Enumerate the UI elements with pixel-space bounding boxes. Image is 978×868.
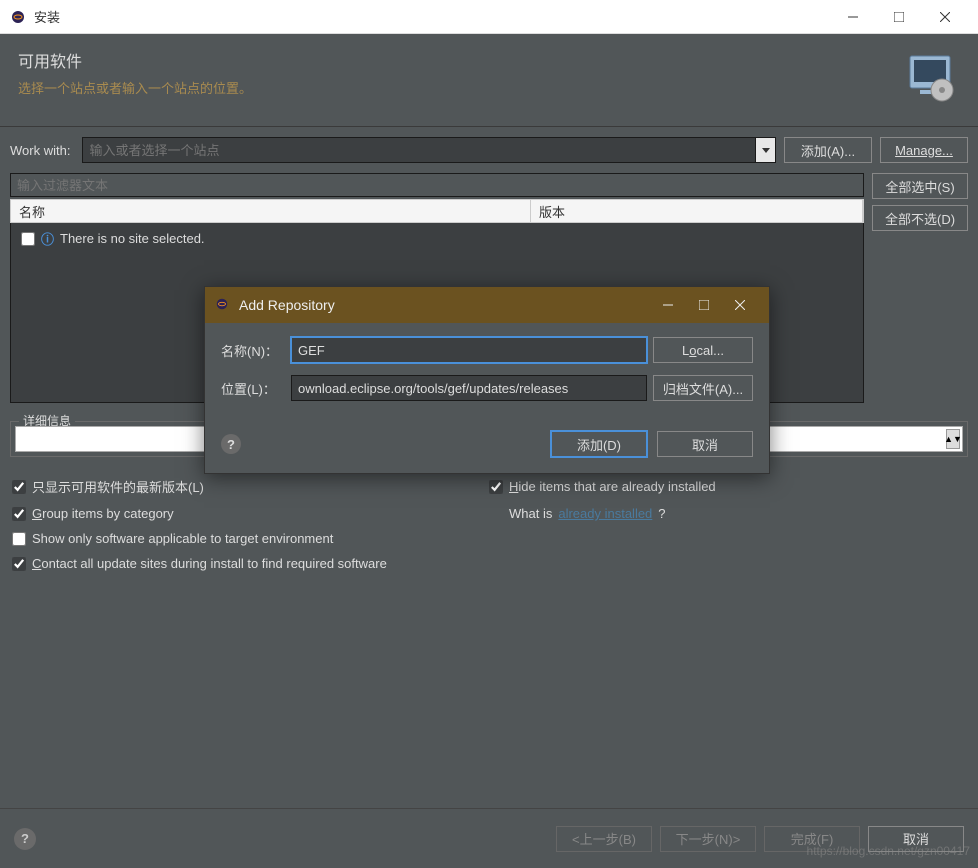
manage-button[interactable]: Manage... [880,137,968,163]
close-button[interactable] [922,2,968,32]
checkbox-group-by-category[interactable]: Group items by category [12,506,489,521]
header: 可用软件 选择一个站点或者输入一个站点的位置。 [0,34,978,127]
dialog-close-button[interactable] [735,300,755,310]
checkbox-input[interactable] [12,557,26,571]
info-icon: ⓘ [41,229,54,248]
window-title: 安装 [34,7,830,26]
dialog-name-input[interactable] [291,337,647,363]
work-with-label: Work with: [10,143,74,158]
add-button[interactable]: 添加(A)... [784,137,872,163]
empty-message: There is no site selected. [60,231,205,246]
checkbox-input[interactable] [12,480,26,494]
dialog-minimize-button[interactable] [663,300,683,310]
finish-button: 完成(F) [764,826,860,852]
dialog-maximize-button[interactable] [699,300,719,310]
column-name[interactable]: 名称 [11,200,531,222]
work-with-row: Work with: 添加(A)... Manage... [10,137,968,163]
dialog-help-button[interactable]: ? [221,434,241,454]
checkbox-contact-sites[interactable]: Contact all update sites during install … [12,556,966,571]
deselect-all-button[interactable]: 全部不选(D) [872,205,968,231]
table-row: ⓘ There is no site selected. [19,227,855,250]
cancel-button[interactable]: 取消 [868,826,964,852]
checkbox-latest-only[interactable]: 只显示可用软件的最新版本(L) [12,477,489,496]
checkbox-input[interactable] [12,532,26,546]
dialog-title: Add Repository [239,297,663,313]
checkbox-input[interactable] [12,507,26,521]
checkbox-target-env[interactable]: Show only software applicable to target … [12,531,489,546]
already-installed-hint: What is already installed ? [489,506,966,521]
dialog-add-button[interactable]: 添加(D) [551,431,647,457]
select-all-button[interactable]: 全部选中(S) [872,173,968,199]
add-repository-dialog: Add Repository 名称(N)： Local... 位置(L)： 归档… [204,286,770,474]
column-version[interactable]: 版本 [531,200,863,222]
dialog-name-label: 名称(N)： [221,341,285,360]
eclipse-icon [215,297,231,313]
next-button: 下一步(N)> [660,826,756,852]
already-installed-link[interactable]: already installed [558,506,652,521]
minimize-button[interactable] [830,2,876,32]
eclipse-icon [10,9,26,25]
wizard-footer: ? <上一步(B) 下一步(N)> 完成(F) 取消 [0,808,978,868]
work-with-combo[interactable] [82,137,776,163]
checkbox-hide-installed[interactable]: Hide items that are already installed [489,477,966,496]
header-title: 可用软件 [18,48,252,72]
row-checkbox[interactable] [21,232,35,246]
checkbox-input[interactable] [489,480,503,494]
maximize-button[interactable] [876,2,922,32]
dialog-titlebar[interactable]: Add Repository [205,287,769,323]
header-subtitle: 选择一个站点或者输入一个站点的位置。 [18,78,252,97]
window-controls [830,2,968,32]
back-button: <上一步(B) [556,826,652,852]
details-updown[interactable]: ▲▼ [946,429,960,449]
help-button[interactable]: ? [14,828,36,850]
work-with-dropdown-button[interactable] [756,137,776,163]
dialog-cancel-button[interactable]: 取消 [657,431,753,457]
titlebar: 安装 [0,0,978,34]
dialog-location-input[interactable] [291,375,647,401]
table-header: 名称 版本 [10,199,864,223]
archive-button[interactable]: 归档文件(A)... [653,375,753,401]
install-wizard-icon [900,48,960,108]
work-with-input[interactable] [82,137,756,163]
dialog-location-label: 位置(L)： [221,379,285,398]
local-button[interactable]: Local... [653,337,753,363]
filter-input[interactable] [10,173,864,197]
